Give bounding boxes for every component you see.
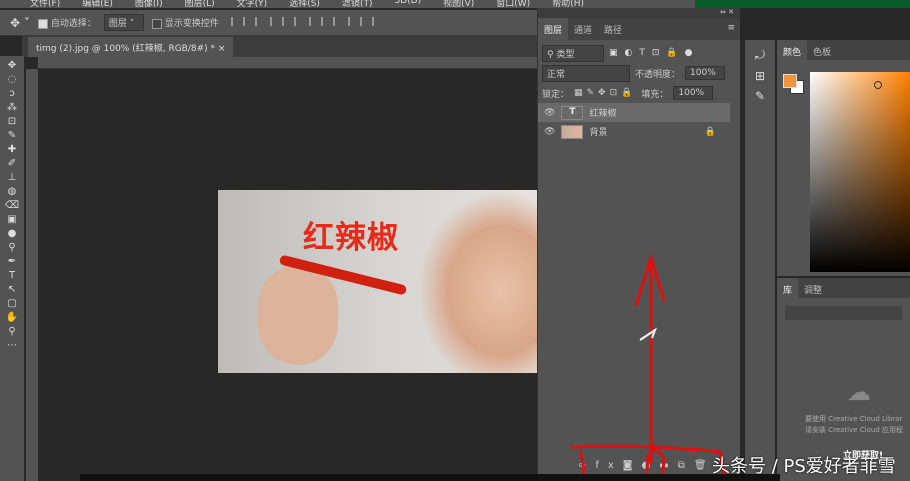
cursor-icon [639, 327, 658, 341]
watermark: 头条号 / PS爱好者菲雪 [712, 456, 896, 477]
subtitle-bar [80, 474, 780, 481]
red-annotation [570, 252, 727, 481]
